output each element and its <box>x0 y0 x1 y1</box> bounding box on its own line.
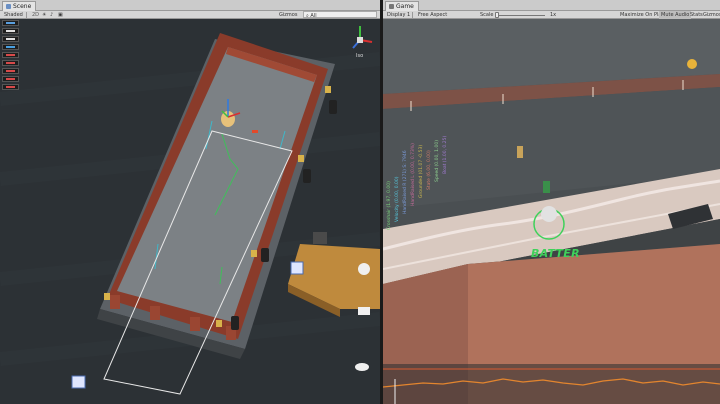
scale-slider-knob[interactable] <box>495 12 499 18</box>
rail-bracket <box>251 250 257 257</box>
scene-tab-bar: Scene <box>0 0 380 11</box>
debug-line: Boat (1.00, 0.25) <box>443 135 448 174</box>
scale-slider-track[interactable] <box>495 15 545 16</box>
ball-object <box>252 130 258 133</box>
rim-post <box>110 295 120 309</box>
dock-bollard <box>313 232 327 244</box>
debug-line: Grounded (01.07 -0.53) <box>419 144 424 198</box>
scene-icon <box>6 4 11 9</box>
transform-icon <box>6 62 15 64</box>
debug-line: HandRaised R (271) S: 7946 <box>403 150 408 214</box>
gizmo-center-cube[interactable] <box>357 37 363 43</box>
custom-tool-icon <box>6 70 15 72</box>
tab-scene[interactable]: Scene <box>2 1 36 11</box>
rim-post <box>190 317 200 331</box>
scene-search-input[interactable]: ⌕ All <box>303 11 377 19</box>
scale-value: 1x <box>550 12 557 18</box>
audio-source-icon[interactable] <box>290 261 304 275</box>
move-icon <box>6 30 15 32</box>
hand-tool-button[interactable] <box>2 20 19 26</box>
audio-listener-icon[interactable] <box>71 375 86 389</box>
distant-character <box>687 59 697 69</box>
player-marker <box>543 181 550 193</box>
tab-game[interactable]: Game <box>385 1 419 11</box>
extra-tool-icon <box>6 86 15 88</box>
rotate-icon <box>6 38 15 40</box>
rail-bracket <box>325 86 331 93</box>
editor-window: Scene Shaded 2D ☀ ♪ ▣ Gizmos ⌕ All Iso G… <box>0 0 720 404</box>
toolbar-divider <box>26 12 27 18</box>
camera-icon[interactable] <box>358 307 370 315</box>
audio-toggle-icon[interactable]: ♪ <box>48 11 55 19</box>
aspect-dropdown[interactable]: Free Aspect <box>416 11 449 19</box>
scale-label: Scale <box>480 12 494 18</box>
game-view-panel[interactable]: Game Display 1 Free Aspect Scale 1x Maxi… <box>383 0 720 404</box>
shading-mode-dropdown[interactable]: Shaded <box>2 11 25 19</box>
player-tag: BATTER <box>531 247 580 260</box>
game-viewport[interactable] <box>383 19 720 404</box>
hull-tire <box>303 169 311 183</box>
scene-toolbar: Shaded 2D ☀ ♪ ▣ Gizmos ⌕ All <box>0 11 380 19</box>
light-probe-icon[interactable] <box>358 263 370 275</box>
effects-dropdown-icon[interactable]: ▣ <box>56 11 65 19</box>
hand-icon <box>6 22 15 24</box>
debug-line: Speed (0.00, 1.00) <box>435 140 440 182</box>
scene-viewport[interactable] <box>0 19 380 404</box>
far-post <box>517 146 523 158</box>
game-toolbar: Display 1 Free Aspect Scale 1x Maximize … <box>383 11 720 19</box>
hull-tire <box>231 316 239 330</box>
tab-game-label: Game <box>396 3 414 10</box>
debug-line: Crosshair (1.97, 0.00) <box>387 181 392 230</box>
debug-line: Velocity (0.00, 0.00) <box>395 176 400 223</box>
scale-tool-button[interactable] <box>2 44 19 50</box>
scene-view-panel[interactable]: Scene Shaded 2D ☀ ♪ ▣ Gizmos ⌕ All Iso <box>0 0 380 404</box>
extra-tool-button-2[interactable] <box>2 84 19 90</box>
rect-tool-button[interactable] <box>2 52 19 58</box>
hull-tire <box>261 248 269 262</box>
hull-tire <box>329 100 337 114</box>
gizmos-dropdown[interactable]: Gizmos <box>277 11 299 19</box>
scale-icon <box>6 46 15 48</box>
debug-line: HandRaised L (0.00, 0.73%) <box>411 143 416 206</box>
projection-label[interactable]: Iso <box>356 53 363 59</box>
tab-scene-label: Scene <box>13 3 32 10</box>
extra-tool-icon <box>6 78 15 80</box>
rect-icon <box>6 54 15 56</box>
rail-bracket <box>298 155 304 162</box>
debug-line: State (6.00, 0.00) <box>427 150 432 190</box>
player-body <box>541 206 557 222</box>
toolbar-divider <box>412 12 413 18</box>
cloud-icon[interactable] <box>355 363 369 371</box>
rail-bracket <box>104 293 110 300</box>
move-tool-button[interactable] <box>2 28 19 34</box>
extra-tool-button[interactable] <box>2 76 19 82</box>
gizmos-toggle[interactable]: Gizmos <box>701 11 720 19</box>
rail-bracket <box>216 320 222 327</box>
display-dropdown[interactable]: Display 1 <box>385 11 412 19</box>
rotate-tool-button[interactable] <box>2 36 19 42</box>
custom-tool-button[interactable] <box>2 68 19 74</box>
mute-audio-toggle[interactable]: Mute Audio <box>659 11 692 19</box>
game-tab-bar: Game <box>383 0 720 11</box>
transform-tool-button[interactable] <box>2 60 19 66</box>
game-icon <box>389 4 394 9</box>
rim-post <box>150 306 160 320</box>
